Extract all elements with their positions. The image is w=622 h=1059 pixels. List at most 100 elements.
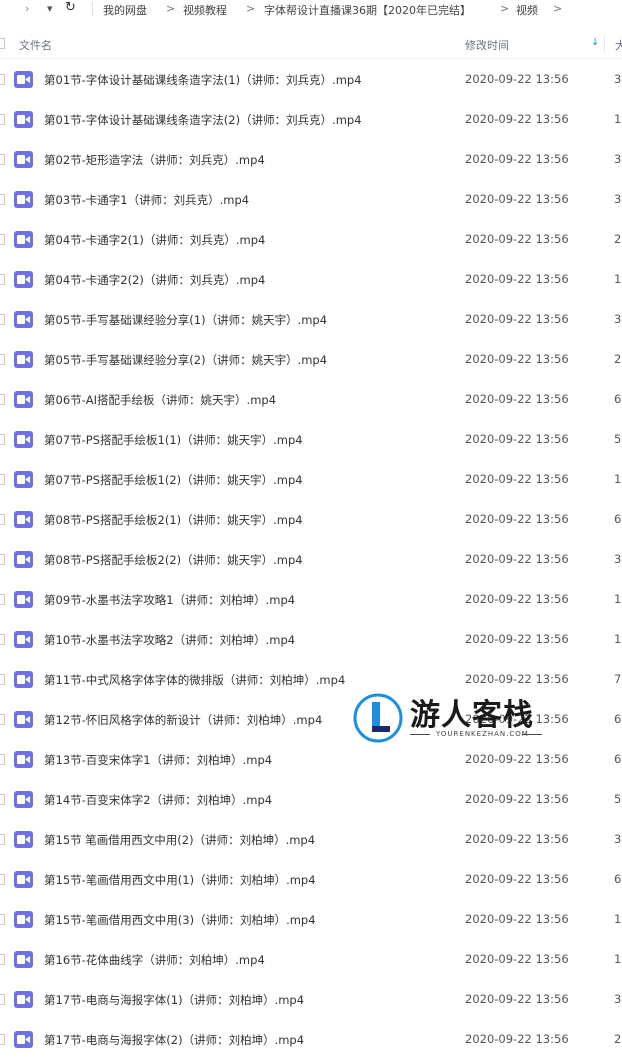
file-name[interactable]: 第01节-字体设计基础课线条造字法(1)（讲师：刘兵克）.mp4 [44, 72, 362, 88]
file-name[interactable]: 第02节-矩形造字法（讲师：刘兵克）.mp4 [44, 152, 265, 168]
column-divider[interactable] [604, 36, 605, 52]
file-row[interactable]: 第02节-矩形造字法（讲师：刘兵克）.mp4 2020-09-22 13:56 3 [0, 139, 622, 179]
file-row[interactable]: 第04节-卡通字2(2)（讲师：刘兵克）.mp4 2020-09-22 13:56… [0, 259, 622, 299]
file-checkbox[interactable] [0, 394, 5, 405]
file-row[interactable]: 第01节-字体设计基础课线条造字法(2)（讲师：刘兵克）.mp4 2020-09-… [0, 99, 622, 139]
file-name[interactable]: 第15节-笔画借用西文中用(1)（讲师：刘柏坤）.mp4 [44, 872, 316, 888]
file-checkbox[interactable] [0, 674, 5, 685]
file-name[interactable]: 第09节-水墨书法字攻略1（讲师：刘柏坤）.mp4 [44, 592, 295, 608]
file-checkbox[interactable] [0, 314, 5, 325]
file-row[interactable]: 第01节-字体设计基础课线条造字法(1)（讲师：刘兵克）.mp4 2020-09-… [0, 59, 622, 99]
file-modified-time: 2020-09-22 13:56 [465, 952, 569, 966]
file-row[interactable]: 第03节-卡通字1（讲师：刘兵克）.mp4 2020-09-22 13:56 3 [0, 179, 622, 219]
file-checkbox[interactable] [0, 274, 5, 285]
file-modified-time: 2020-09-22 13:56 [465, 192, 569, 206]
file-name[interactable]: 第13节-百变宋体字1（讲师：刘柏坤）.mp4 [44, 752, 272, 768]
column-header-modified-time[interactable]: 修改时间 [465, 37, 509, 53]
refresh-icon[interactable]: ↻ [65, 0, 76, 15]
file-row[interactable]: 第15节-笔画借用西文中用(3)（讲师：刘柏坤）.mp4 2020-09-22 1… [0, 899, 622, 939]
file-size: 5 [614, 792, 622, 806]
file-checkbox[interactable] [0, 594, 5, 605]
file-size: 1 [614, 592, 622, 606]
file-checkbox[interactable] [0, 354, 5, 365]
file-checkbox[interactable] [0, 1034, 5, 1045]
file-row[interactable]: 第07节-PS搭配手绘板1(1)（讲师：姚天宇）.mp4 2020-09-22 1… [0, 419, 622, 459]
file-name[interactable]: 第17节-电商与海报字体(2)（讲师：刘柏坤）.mp4 [44, 1032, 304, 1048]
file-row[interactable]: 第06节-AI搭配手绘板（讲师：姚天宇）.mp4 2020-09-22 13:56… [0, 379, 622, 419]
file-row[interactable]: 第05节-手写基础课经验分享(2)（讲师：姚天宇）.mp4 2020-09-22 … [0, 339, 622, 379]
file-row[interactable]: 第15节 笔画借用西文中用(2)（讲师：刘柏坤）.mp4 2020-09-22 1… [0, 819, 622, 859]
breadcrumb-item-course[interactable]: 字体帮设计直播课36期【2020年已完结】 [264, 2, 471, 18]
file-row[interactable]: 第04节-卡通字2(1)（讲师：刘兵克）.mp4 2020-09-22 13:56… [0, 219, 622, 259]
file-checkbox[interactable] [0, 194, 5, 205]
file-size: 3 [614, 312, 622, 326]
forward-icon[interactable]: › [25, 2, 29, 15]
file-checkbox[interactable] [0, 754, 5, 765]
file-checkbox[interactable] [0, 514, 5, 525]
file-name[interactable]: 第05节-手写基础课经验分享(1)（讲师：姚天宇）.mp4 [44, 312, 327, 328]
file-name[interactable]: 第14节-百变宋体字2（讲师：刘柏坤）.mp4 [44, 792, 272, 808]
file-row[interactable]: 第10节-水墨书法字攻略2（讲师：刘柏坤）.mp4 2020-09-22 13:5… [0, 619, 622, 659]
file-size: 2 [614, 352, 622, 366]
file-name[interactable]: 第15节 笔画借用西文中用(2)（讲师：刘柏坤）.mp4 [44, 832, 315, 848]
file-row[interactable]: 第17节-电商与海报字体(1)（讲师：刘柏坤）.mp4 2020-09-22 13… [0, 979, 622, 1019]
file-checkbox[interactable] [0, 554, 5, 565]
file-row[interactable]: 第16节-花体曲线字（讲师：刘柏坤）.mp4 2020-09-22 13:56 1 [0, 939, 622, 979]
file-row[interactable]: 第15节-笔画借用西文中用(1)（讲师：刘柏坤）.mp4 2020-09-22 1… [0, 859, 622, 899]
file-name[interactable]: 第10节-水墨书法字攻略2（讲师：刘柏坤）.mp4 [44, 632, 295, 648]
file-name[interactable]: 第17节-电商与海报字体(1)（讲师：刘柏坤）.mp4 [44, 992, 304, 1008]
file-name[interactable]: 第05节-手写基础课经验分享(2)（讲师：姚天宇）.mp4 [44, 352, 327, 368]
select-all-checkbox[interactable] [0, 38, 5, 49]
file-name[interactable]: 第16节-花体曲线字（讲师：刘柏坤）.mp4 [44, 952, 265, 968]
file-checkbox[interactable] [0, 114, 5, 125]
file-name[interactable]: 第07节-PS搭配手绘板1(1)（讲师：姚天宇）.mp4 [44, 432, 303, 448]
file-row[interactable]: 第07节-PS搭配手绘板1(2)（讲师：姚天宇）.mp4 2020-09-22 1… [0, 459, 622, 499]
file-name[interactable]: 第07节-PS搭配手绘板1(2)（讲师：姚天宇）.mp4 [44, 472, 303, 488]
history-dropdown-icon[interactable]: ▾ [47, 2, 53, 15]
file-checkbox[interactable] [0, 714, 5, 725]
watermark: 游人客栈 YOURENKEZHAN.COM [352, 690, 552, 746]
file-modified-time: 2020-09-22 13:56 [465, 552, 569, 566]
file-name[interactable]: 第03节-卡通字1（讲师：刘兵克）.mp4 [44, 192, 249, 208]
file-name[interactable]: 第11节-中式风格字体字体的微排版（讲师：刘柏坤）.mp4 [44, 672, 345, 688]
file-checkbox[interactable] [0, 154, 5, 165]
video-file-icon [14, 1031, 33, 1048]
breadcrumb-item-videos[interactable]: 视频 [516, 2, 538, 18]
column-header-filename[interactable]: 文件名 [19, 37, 52, 53]
file-checkbox[interactable] [0, 474, 5, 485]
file-row[interactable]: 第05节-手写基础课经验分享(1)（讲师：姚天宇）.mp4 2020-09-22 … [0, 299, 622, 339]
watermark-rule-right [522, 734, 542, 735]
sort-descending-icon[interactable]: ↓ [591, 37, 599, 48]
file-name[interactable]: 第04节-卡通字2(1)（讲师：刘兵克）.mp4 [44, 232, 265, 248]
file-modified-time: 2020-09-22 13:56 [465, 472, 569, 486]
file-checkbox[interactable] [0, 914, 5, 925]
file-name[interactable]: 第06节-AI搭配手绘板（讲师：姚天宇）.mp4 [44, 392, 276, 408]
file-size: 1 [614, 952, 622, 966]
file-name[interactable]: 第04节-卡通字2(2)（讲师：刘兵克）.mp4 [44, 272, 265, 288]
file-row[interactable]: 第09节-水墨书法字攻略1（讲师：刘柏坤）.mp4 2020-09-22 13:5… [0, 579, 622, 619]
breadcrumb-separator: > [553, 2, 563, 15]
file-checkbox[interactable] [0, 834, 5, 845]
file-modified-time: 2020-09-22 13:56 [465, 512, 569, 526]
video-file-icon [14, 511, 33, 528]
file-checkbox[interactable] [0, 794, 5, 805]
file-checkbox[interactable] [0, 634, 5, 645]
file-checkbox[interactable] [0, 994, 5, 1005]
file-checkbox[interactable] [0, 874, 5, 885]
file-name[interactable]: 第08节-PS搭配手绘板2(1)（讲师：姚天宇）.mp4 [44, 512, 303, 528]
file-name[interactable]: 第08节-PS搭配手绘板2(2)（讲师：姚天宇）.mp4 [44, 552, 303, 568]
file-checkbox[interactable] [0, 74, 5, 85]
file-row[interactable]: 第08节-PS搭配手绘板2(2)（讲师：姚天宇）.mp4 2020-09-22 1… [0, 539, 622, 579]
file-name[interactable]: 第01节-字体设计基础课线条造字法(2)（讲师：刘兵克）.mp4 [44, 112, 362, 128]
file-checkbox[interactable] [0, 234, 5, 245]
file-row[interactable]: 第17节-电商与海报字体(2)（讲师：刘柏坤）.mp4 2020-09-22 13… [0, 1019, 622, 1059]
file-name[interactable]: 第12节-怀旧风格字体的新设计（讲师：刘柏坤）.mp4 [44, 712, 322, 728]
file-checkbox[interactable] [0, 434, 5, 445]
file-row[interactable]: 第14节-百变宋体字2（讲师：刘柏坤）.mp4 2020-09-22 13:56 5 [0, 779, 622, 819]
file-checkbox[interactable] [0, 954, 5, 965]
file-row[interactable]: 第08节-PS搭配手绘板2(1)（讲师：姚天宇）.mp4 2020-09-22 1… [0, 499, 622, 539]
file-name[interactable]: 第15节-笔画借用西文中用(3)（讲师：刘柏坤）.mp4 [44, 912, 316, 928]
column-header-size[interactable]: 大 [615, 37, 622, 53]
breadcrumb-item-video-tutorials[interactable]: 视频教程 [183, 2, 227, 18]
breadcrumb-item-root[interactable]: 我的网盘 [103, 2, 147, 18]
